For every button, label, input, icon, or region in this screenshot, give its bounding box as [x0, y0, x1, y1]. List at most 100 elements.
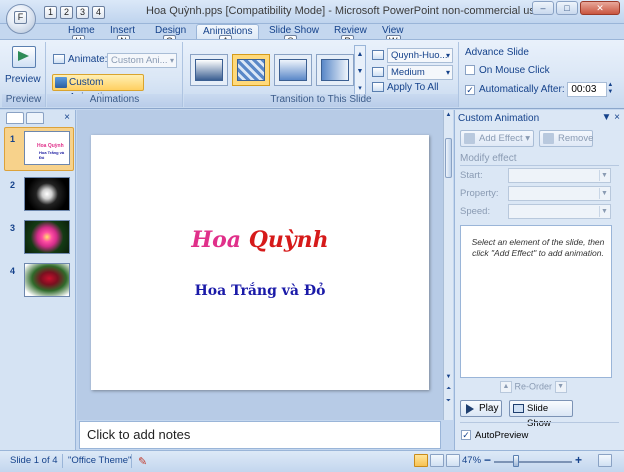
zoom-level[interactable]: 47% [462, 455, 481, 466]
chevron-down-icon: ▼ [599, 206, 609, 217]
transition-thumb-dissolve[interactable] [232, 54, 270, 86]
slide-show-button[interactable]: Slide Show [509, 400, 573, 429]
office-button[interactable]: F [6, 4, 36, 34]
slide-thumbnail-2[interactable] [24, 177, 70, 211]
transition-thumb-push-down[interactable] [274, 54, 312, 86]
slide-canvas[interactable]: Hoa Quỳnh Hoa Trắng và Đỏ [91, 135, 429, 390]
transition-thumb-none[interactable] [190, 54, 228, 86]
transition-sound-dropdown[interactable]: Quynh-Huo... ▾ [387, 48, 453, 63]
automatically-after-checkbox[interactable]: ✓ [465, 84, 475, 95]
close-button[interactable]: ✕ [580, 1, 620, 15]
tab-slides[interactable] [6, 112, 24, 124]
slide-title[interactable]: Hoa Quỳnh [91, 227, 429, 253]
play-button[interactable]: Play [460, 400, 502, 417]
ribbon-tabs: Home H Insert N Design G Animations A Sl… [0, 24, 624, 48]
remove-button[interactable]: Remove [539, 130, 593, 147]
slide-count-status: Slide 1 of 4 [10, 455, 58, 466]
notes-pane[interactable]: Click to add notes [79, 421, 441, 449]
add-effect-icon [464, 133, 475, 144]
chevron-down-icon: ▼ [599, 170, 609, 181]
office-button-keytip: F [14, 11, 27, 24]
previous-slide-icon[interactable]: ⏶ [444, 386, 453, 393]
minimize-button[interactable]: – [532, 1, 554, 15]
property-dropdown[interactable]: ▼ [508, 186, 611, 201]
preview-button[interactable]: Preview [5, 74, 41, 85]
transition-sound-row: Quynh-Huo... ▾ [372, 48, 453, 63]
close-icon[interactable]: × [64, 112, 70, 123]
task-pane-controls[interactable]: ▼ × [601, 112, 620, 123]
normal-view-button[interactable] [414, 454, 428, 467]
window-controls: – □ ✕ [532, 1, 620, 15]
next-slide-icon[interactable]: ⏷ [444, 398, 453, 405]
divider [131, 454, 132, 468]
transition-dissolve-icon [237, 59, 265, 81]
chevron-down-icon: ▾ [445, 68, 450, 77]
on-mouse-click-option[interactable]: On Mouse Click [465, 65, 550, 76]
preview-icon[interactable] [12, 46, 36, 68]
scroll-down-icon[interactable]: ▼ [444, 374, 453, 380]
speed-dropdown[interactable]: ▼ [508, 204, 611, 219]
qat-keytip-4[interactable]: 4 [92, 6, 105, 19]
play-label: Play [479, 403, 499, 414]
slide-scrollbar[interactable]: ▲ ▼ ⏶ ⏷ [443, 110, 453, 420]
tab-outline[interactable] [26, 112, 44, 124]
slide-number-1: 1 [10, 134, 16, 144]
autopreview-option[interactable]: ✓ AutoPreview [461, 430, 528, 441]
task-pane-title: Custom Animation [458, 113, 540, 124]
automatically-after-option[interactable]: ✓ Automatically After: 00:03 ▲ ▼ [465, 82, 615, 97]
zoom-slider-knob[interactable] [513, 455, 519, 467]
on-mouse-click-checkbox[interactable] [465, 65, 475, 76]
reorder-controls: ▲ Re-Order ▼ [500, 381, 567, 393]
maximize-button[interactable]: □ [556, 1, 578, 15]
move-up-icon[interactable]: ▲ [500, 381, 512, 393]
autopreview-checkbox[interactable]: ✓ [461, 430, 471, 441]
start-label: Start: [460, 170, 483, 181]
speed-label: Speed: [460, 206, 491, 217]
animate-dropdown[interactable]: Custom Ani... ▾ [107, 53, 177, 68]
automatically-after-label: Automatically After: [479, 84, 565, 96]
qat-keytip-2[interactable]: 2 [60, 6, 73, 19]
modify-effect-label: Modify effect [460, 153, 517, 164]
transition-push-left-icon [321, 59, 349, 81]
gallery-scroll[interactable]: ▲ ▼ ▾ [354, 45, 366, 97]
advance-time-spinner[interactable]: ▲ ▼ [607, 82, 615, 97]
add-effect-button[interactable]: Add Effect ▾ [460, 130, 534, 147]
property-label: Property: [460, 188, 499, 199]
zoom-out-button[interactable]: − [484, 453, 491, 467]
slide-thumbnail-4[interactable] [24, 263, 70, 297]
qat-keytip-1[interactable]: 1 [44, 6, 57, 19]
window-title: Hoa Quỳnh.pps [Compatibility Mode] - Mic… [146, 5, 541, 17]
animation-effect-list[interactable]: Select an element of the slide, then cli… [460, 225, 612, 378]
effect-list-hint: Select an element of the slide, then cli… [471, 237, 605, 258]
start-dropdown[interactable]: ▼ [508, 168, 611, 183]
scroll-thumb[interactable] [445, 138, 452, 178]
transition-none-icon [195, 59, 223, 81]
remove-label: Remove [558, 133, 594, 144]
spelling-check-icon[interactable]: ✎ [138, 455, 147, 468]
transition-thumb-push-left[interactable] [316, 54, 354, 86]
advance-time-input[interactable]: 00:03 [567, 82, 608, 97]
slide-show-icon [513, 404, 524, 413]
slides-panel-tabs: × [4, 112, 74, 126]
move-down-icon[interactable]: ▼ [554, 381, 567, 393]
qat-keytip-3[interactable]: 3 [76, 6, 89, 19]
apply-to-all-label: Apply To All [387, 82, 439, 93]
slide-show-view-button[interactable] [446, 454, 460, 467]
slide-subtitle[interactable]: Hoa Trắng và Đỏ [91, 283, 429, 299]
zoom-slider[interactable] [494, 461, 572, 463]
transition-speed-row: Medium ▾ [372, 65, 453, 80]
custom-animation-button[interactable]: Custom Animation [52, 74, 144, 103]
title-bar: 1 2 3 4 Hoa Quỳnh.pps [Compatibility Mod… [0, 0, 624, 24]
zoom-in-button[interactable]: + [575, 453, 582, 467]
advance-slide-group: Advance Slide On Mouse Click ✓ Automatica… [460, 42, 622, 107]
slide-thumbnail-1[interactable]: Hoa Quỳnh Hoa Trắng và Đỏ [24, 131, 70, 165]
quick-access-toolbar: 1 2 3 4 [44, 6, 105, 19]
slide-thumbnail-3[interactable] [24, 220, 70, 254]
divider [460, 165, 619, 166]
transition-speed-value: Medium [391, 67, 425, 78]
transition-speed-dropdown[interactable]: Medium ▾ [387, 65, 453, 80]
apply-to-all-button[interactable]: Apply To All [372, 82, 439, 93]
fit-to-window-button[interactable] [598, 454, 612, 467]
slide-sorter-view-button[interactable] [430, 454, 444, 467]
scroll-up-icon[interactable]: ▲ [444, 112, 453, 118]
